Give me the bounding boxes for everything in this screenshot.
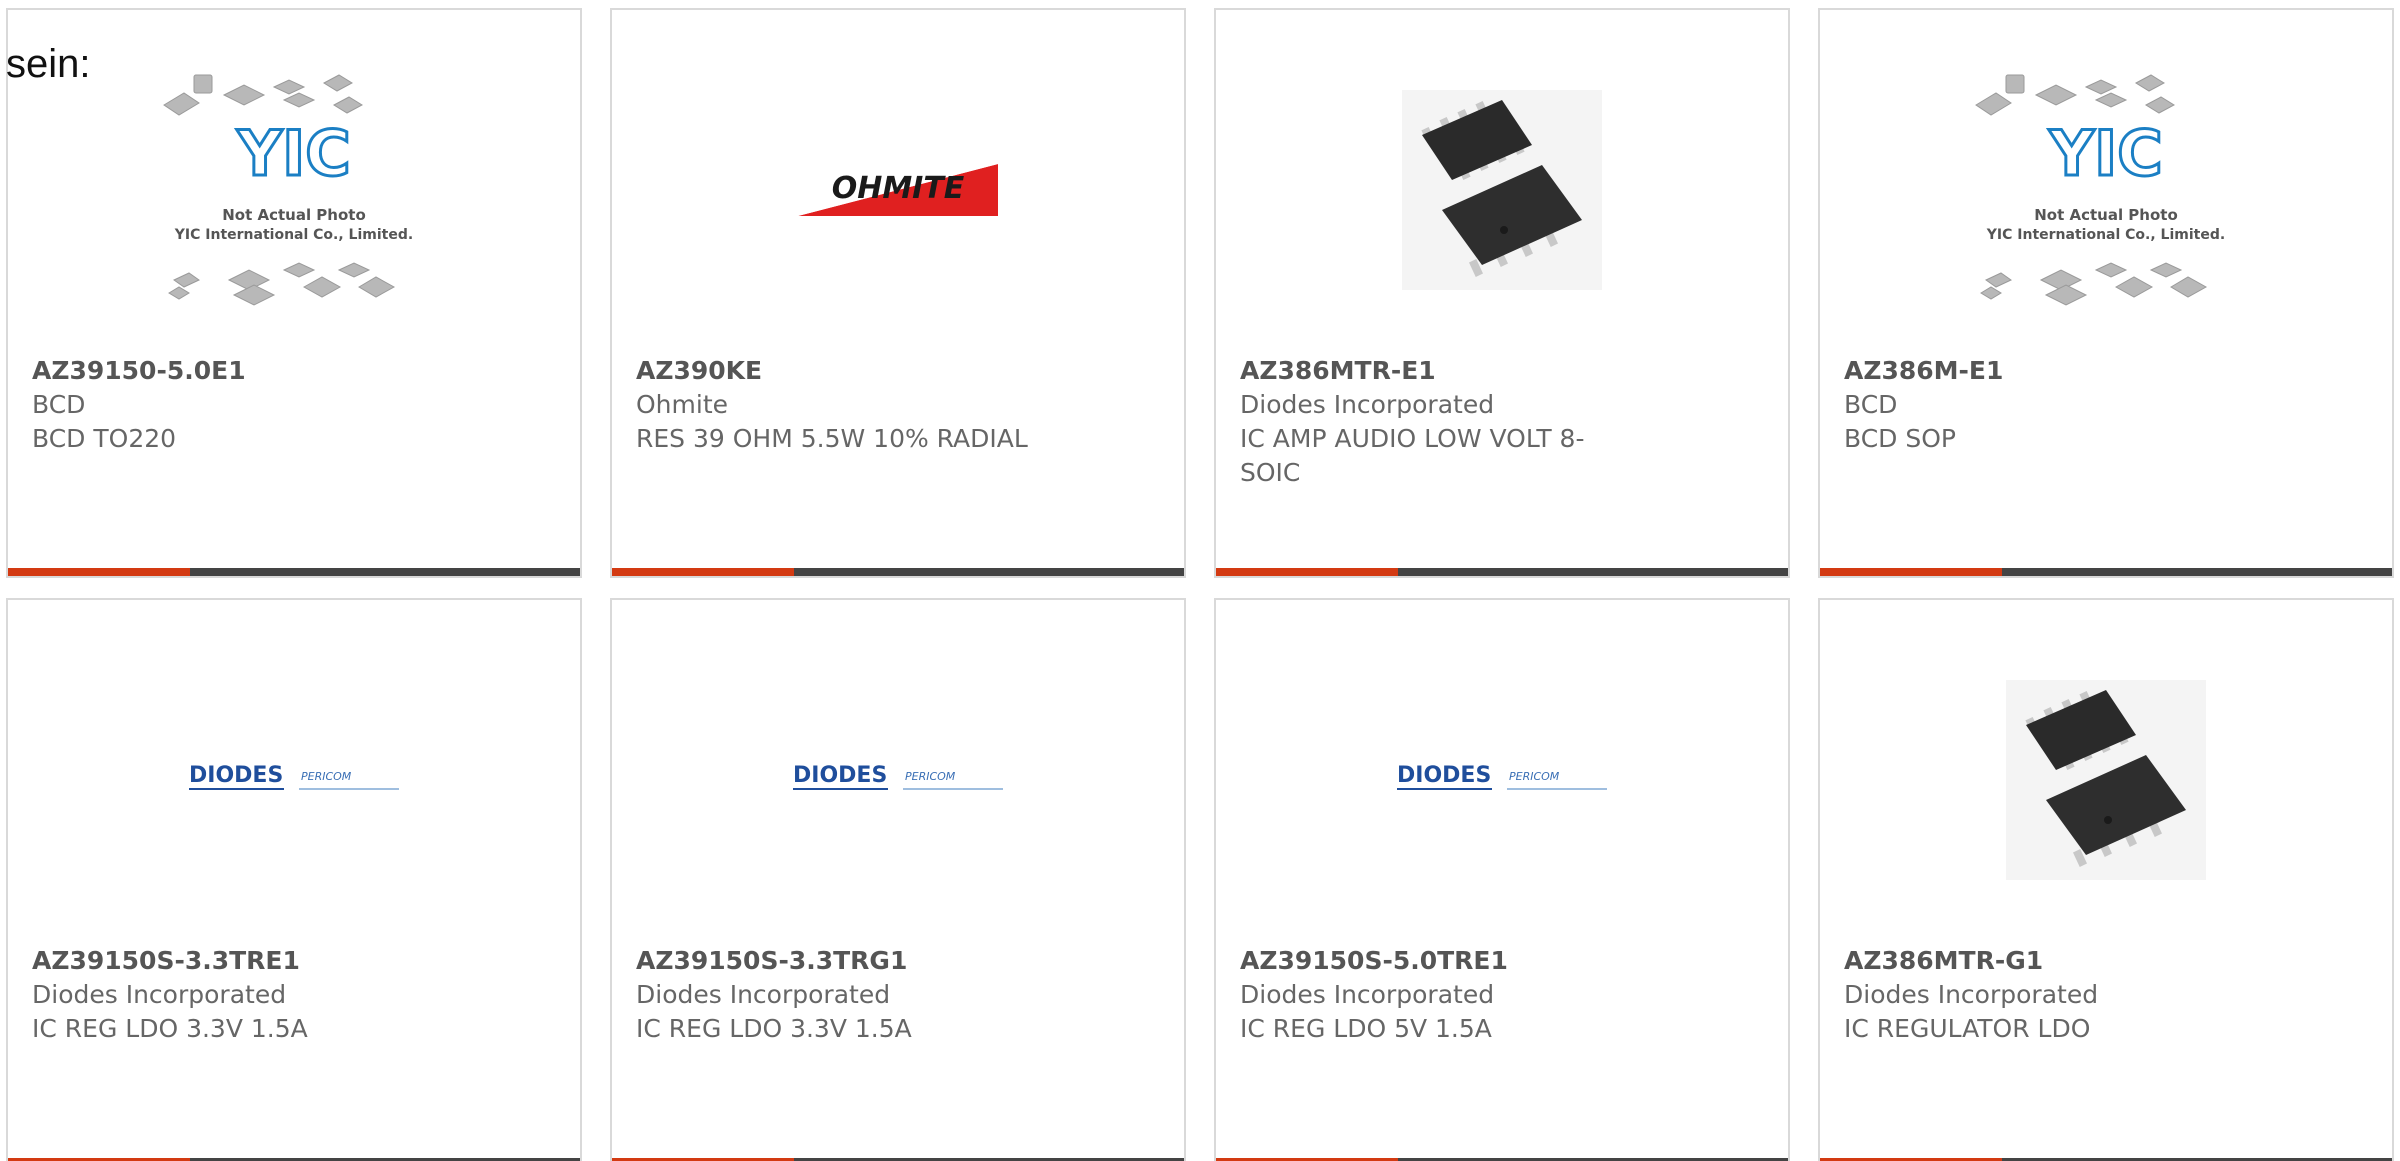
product-info: AZ386MTR-E1 Diodes Incorporated IC AMP A…	[1240, 354, 1690, 490]
part-number[interactable]: AZ386MTR-G1	[1844, 944, 2294, 978]
svg-text:DIODES: DIODES	[1397, 763, 1491, 788]
placeholder-line2: YIC International Co., Limited.	[1986, 227, 2225, 243]
description: IC REG LDO 3.3V 1.5A	[636, 1014, 912, 1043]
product-info: AZ39150-5.0E1 BCD BCD TO220	[32, 354, 482, 456]
product-grid: YIC Not Actual Photo YIC International C…	[0, 0, 2400, 1161]
description: BCD TO220	[32, 424, 177, 453]
description: BCD SOP	[1844, 424, 1956, 453]
card-bottom-bar	[1216, 568, 1788, 576]
description: IC REG LDO 5V 1.5A	[1240, 1014, 1492, 1043]
manufacturer: Ohmite	[636, 390, 729, 419]
product-image: YIC Not Actual Photo YIC International C…	[1820, 30, 2392, 350]
product-info: AZ386M-E1 BCD BCD SOP	[1844, 354, 2294, 456]
svg-text:PERICOM: PERICOM	[905, 770, 956, 783]
product-info: AZ390KE Ohmite RES 39 OHM 5.5W 10% RADIA…	[636, 354, 1086, 456]
part-number[interactable]: AZ39150S-5.0TRE1	[1240, 944, 1690, 978]
product-card[interactable]: YIC Not Actual Photo YIC International C…	[1818, 8, 2394, 578]
product-card[interactable]: DIODES PERICOM AZ39150S-5.0TRE1 Diodes I…	[1214, 598, 1790, 1161]
product-info: AZ39150S-3.3TRE1 Diodes Incorporated IC …	[32, 944, 482, 1046]
yic-placeholder-image: YIC Not Actual Photo YIC International C…	[163, 74, 413, 306]
diodes-logo: DIODES PERICOM	[793, 763, 1003, 790]
product-card[interactable]: DIODES PERICOM AZ39150S-3.3TRE1 Diodes I…	[6, 598, 582, 1161]
yic-placeholder-image: YIC Not Actual Photo YIC International C…	[1975, 74, 2225, 306]
manufacturer: Diodes Incorporated	[1240, 980, 1495, 1009]
product-image: YIC Not Actual Photo YIC International C…	[8, 30, 580, 350]
product-image: OHMITE	[612, 30, 1184, 350]
diodes-logo: DIODES PERICOM	[189, 763, 399, 790]
manufacturer: Diodes Incorporated	[32, 980, 287, 1009]
manufacturer: Diodes Incorporated	[1240, 390, 1495, 419]
card-bottom-bar	[1820, 568, 2392, 576]
description: IC REG LDO 3.3V 1.5A	[32, 1014, 308, 1043]
svg-text:DIODES: DIODES	[793, 763, 887, 788]
part-number[interactable]: AZ39150S-3.3TRG1	[636, 944, 1086, 978]
manufacturer: Diodes Incorporated	[636, 980, 891, 1009]
placeholder-line1: Not Actual Photo	[2034, 206, 2178, 224]
svg-text:DIODES: DIODES	[189, 763, 283, 788]
ohmite-logo: OHMITE	[798, 164, 998, 216]
svg-text:PERICOM: PERICOM	[1509, 770, 1560, 783]
card-bottom-bar	[8, 568, 580, 576]
product-card[interactable]: AZ386MTR-G1 Diodes Incorporated IC REGUL…	[1818, 598, 2394, 1161]
product-info: AZ386MTR-G1 Diodes Incorporated IC REGUL…	[1844, 944, 2294, 1046]
product-card[interactable]: DIODES PERICOM AZ39150S-3.3TRG1 Diodes I…	[610, 598, 1186, 1161]
card-accent-bar	[1820, 568, 2002, 576]
svg-text:OHMITE: OHMITE	[832, 171, 965, 206]
manufacturer: Diodes Incorporated	[1844, 980, 2099, 1009]
manufacturer: BCD	[1844, 390, 1898, 419]
product-image	[1820, 620, 2392, 940]
card-bottom-bar	[612, 568, 1184, 576]
product-image: DIODES PERICOM	[1216, 620, 1788, 940]
soic-chip-image	[1402, 90, 1602, 290]
card-accent-bar	[612, 568, 794, 576]
card-accent-bar	[8, 568, 190, 576]
product-info: AZ39150S-5.0TRE1 Diodes Incorporated IC …	[1240, 944, 1690, 1046]
soic-chip-image	[2006, 680, 2206, 880]
lead-text: sein:	[6, 42, 91, 86]
svg-text:YIC: YIC	[236, 117, 350, 190]
product-card[interactable]: OHMITE AZ390KE Ohmite RES 39 OHM 5.5W 10…	[610, 8, 1186, 578]
product-image	[1216, 30, 1788, 350]
product-image: DIODES PERICOM	[612, 620, 1184, 940]
description: RES 39 OHM 5.5W 10% RADIAL	[636, 424, 1028, 453]
description: IC REGULATOR LDO	[1844, 1014, 2091, 1043]
diodes-logo: DIODES PERICOM	[1397, 763, 1607, 790]
product-info: AZ39150S-3.3TRG1 Diodes Incorporated IC …	[636, 944, 1086, 1046]
product-card[interactable]: YIC Not Actual Photo YIC International C…	[6, 8, 582, 578]
part-number[interactable]: AZ390KE	[636, 354, 1086, 388]
product-image: DIODES PERICOM	[8, 620, 580, 940]
description: IC AMP AUDIO LOW VOLT 8-SOIC	[1240, 424, 1585, 487]
placeholder-line1: Not Actual Photo	[222, 206, 366, 224]
page: sein: YIC Not Actual Photo YIC Internati…	[0, 0, 2400, 1161]
part-number[interactable]: AZ386MTR-E1	[1240, 354, 1690, 388]
part-number[interactable]: AZ386M-E1	[1844, 354, 2294, 388]
manufacturer: BCD	[32, 390, 86, 419]
placeholder-line2: YIC International Co., Limited.	[174, 227, 413, 243]
svg-text:YIC: YIC	[2048, 117, 2162, 190]
svg-text:PERICOM: PERICOM	[301, 770, 352, 783]
part-number[interactable]: AZ39150-5.0E1	[32, 354, 482, 388]
card-accent-bar	[1216, 568, 1398, 576]
product-card[interactable]: AZ386MTR-E1 Diodes Incorporated IC AMP A…	[1214, 8, 1790, 578]
part-number[interactable]: AZ39150S-3.3TRE1	[32, 944, 482, 978]
